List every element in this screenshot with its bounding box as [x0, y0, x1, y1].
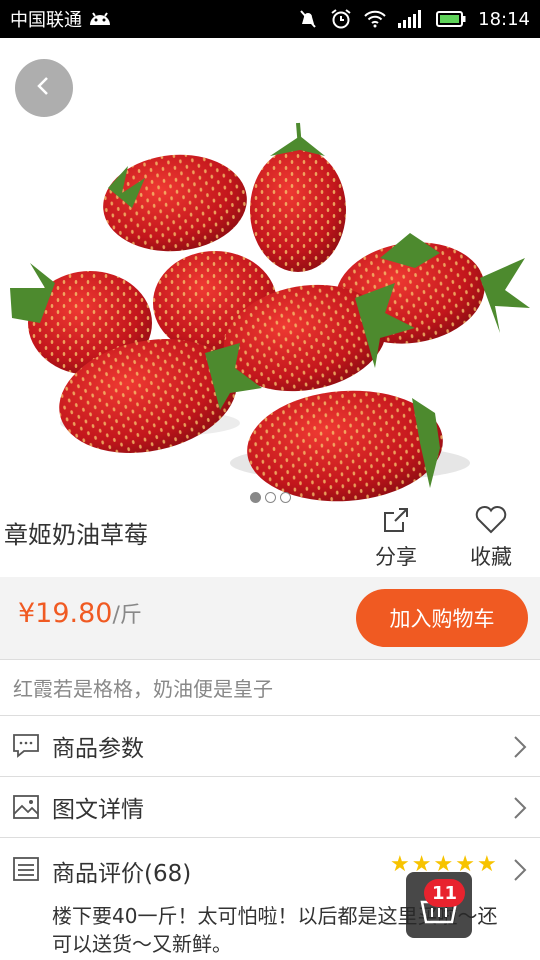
favorite-button[interactable]: 收藏 [456, 505, 526, 571]
menu-item-details[interactable]: 图文详情 [0, 777, 540, 838]
price: ¥19.80 [18, 598, 113, 629]
product-title-row: 章姬奶油草莓 分享 收藏 [0, 505, 540, 577]
mute-icon [298, 9, 318, 29]
strawberry-photo [10, 122, 530, 502]
price-row: ¥19.80/斤 加入购物车 [0, 577, 540, 659]
price-text: ¥19.80/斤 [18, 597, 142, 629]
carrier-name: 中国联通 [10, 10, 82, 31]
product-slogan: 红霞若是格格，奶油便是皇子 [0, 659, 540, 716]
carousel-dot[interactable] [265, 492, 276, 503]
cart-count-badge: 11 [424, 879, 466, 907]
comment-icon [12, 733, 40, 759]
heart-icon [456, 505, 526, 537]
android-icon [88, 11, 112, 27]
alarm-icon [330, 8, 352, 30]
back-button[interactable] [15, 59, 73, 117]
list-icon [12, 856, 40, 886]
menu-item-reviews-label: 商品评价(68) [52, 861, 192, 887]
image-icon [12, 794, 40, 820]
menu-item-params-label: 商品参数 [52, 736, 144, 762]
carousel-dot[interactable] [250, 492, 261, 503]
status-bar: 中国联通 18:14 [0, 0, 540, 38]
clock: 18:14 [478, 8, 530, 30]
signal-icon [398, 10, 424, 28]
favorite-label: 收藏 [470, 545, 512, 569]
chevron-right-icon [512, 734, 528, 764]
share-label: 分享 [375, 545, 417, 569]
product-image[interactable] [0, 38, 540, 508]
chevron-right-icon [512, 857, 528, 887]
product-name: 章姬奶油草莓 [4, 521, 148, 549]
star-icon: ★ [476, 852, 497, 877]
battery-icon [436, 11, 466, 27]
chevron-right-icon [512, 795, 528, 825]
price-unit: /斤 [112, 603, 142, 628]
add-to-cart-button[interactable]: 加入购物车 [356, 589, 528, 647]
carousel-dot[interactable] [280, 492, 291, 503]
menu-item-details-label: 图文详情 [52, 797, 144, 823]
share-icon [361, 505, 431, 537]
share-button[interactable]: 分享 [361, 505, 431, 571]
chevron-left-icon [33, 75, 55, 101]
menu-item-params[interactable]: 商品参数 [0, 716, 540, 777]
carousel-indicator[interactable] [250, 492, 291, 503]
wifi-icon [364, 10, 386, 28]
